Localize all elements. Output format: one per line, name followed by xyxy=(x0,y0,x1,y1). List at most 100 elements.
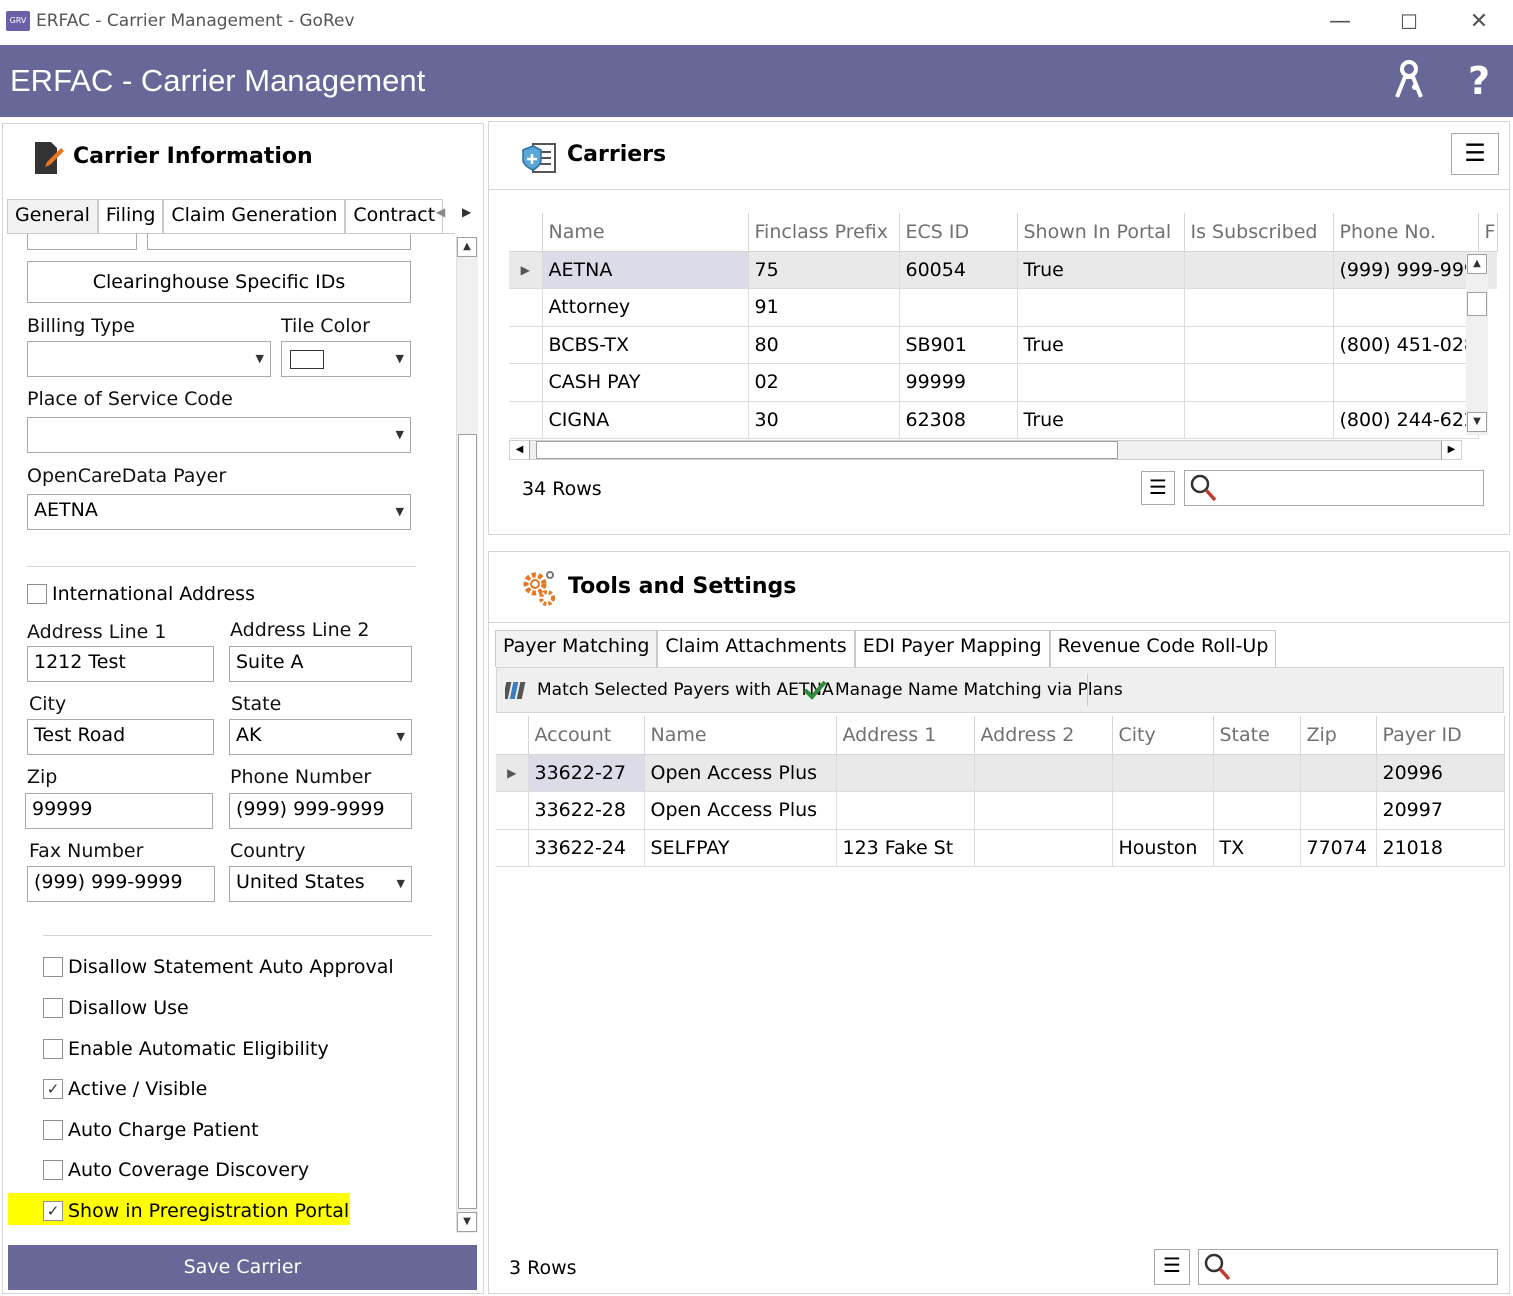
table-cell[interactable] xyxy=(1184,363,1334,402)
tab-filing[interactable]: Filing xyxy=(97,199,164,233)
option-checkbox[interactable]: Enable Automatic Eligibility xyxy=(43,1038,329,1060)
table-cell[interactable] xyxy=(1300,791,1377,830)
table-cell[interactable] xyxy=(836,754,975,792)
table-cell[interactable]: (999) 999-9999 xyxy=(1333,251,1479,289)
table-row[interactable]: BCBS-TX 80 SB901 True (800) 451-0287 xyxy=(509,326,1497,364)
option-checkbox[interactable]: ✓ Active / Visible xyxy=(43,1078,207,1100)
scroll-up-icon[interactable]: ▲ xyxy=(457,237,477,257)
column-header-name[interactable]: Name xyxy=(542,213,749,251)
payer-search-input[interactable] xyxy=(1198,1249,1498,1285)
table-cell[interactable]: Attorney xyxy=(542,288,749,327)
tab-contract[interactable]: Contract xyxy=(345,199,444,233)
table-cell[interactable]: BCBS-TX xyxy=(542,326,749,364)
option-checkbox[interactable]: Disallow Use xyxy=(43,997,189,1019)
city-input[interactable]: Test Road xyxy=(27,719,214,755)
table-cell[interactable] xyxy=(1213,791,1301,830)
table-cell[interactable]: 75 xyxy=(748,251,900,289)
tile-color-select[interactable]: ▼ xyxy=(281,341,411,377)
option-checkbox[interactable]: Auto Coverage Discovery xyxy=(43,1159,309,1181)
column-header-f[interactable]: F xyxy=(1478,213,1498,251)
address2-input[interactable]: Suite A xyxy=(229,646,412,682)
clearinghouse-ids-button[interactable]: Clearinghouse Specific IDs xyxy=(27,261,411,303)
pos-code-select[interactable]: ▼ xyxy=(27,417,411,453)
manage-name-matching-button[interactable]: Manage Name Matching via Plans xyxy=(803,679,1123,701)
scroll-thumb[interactable] xyxy=(458,434,477,1209)
column-header-finclass[interactable]: Finclass Prefix xyxy=(748,213,900,251)
table-row[interactable]: CIGNA 30 62308 True (800) 244-6224 xyxy=(509,401,1497,439)
table-cell[interactable] xyxy=(1184,326,1334,364)
column-header-city[interactable]: City xyxy=(1112,716,1214,754)
table-cell[interactable] xyxy=(1300,754,1377,792)
column-header-address2[interactable]: Address 2 xyxy=(974,716,1113,754)
scroll-left-icon[interactable]: ◀ xyxy=(510,441,530,459)
table-cell[interactable] xyxy=(1184,288,1334,327)
scroll-thumb[interactable] xyxy=(1467,292,1487,316)
table-cell[interactable]: True xyxy=(1017,326,1185,364)
table-row[interactable]: 33622-28 Open Access Plus 20997 xyxy=(496,791,1505,830)
phone-input[interactable]: (999) 999-9999 xyxy=(229,793,412,829)
tab-general[interactable]: General xyxy=(7,199,98,233)
table-cell[interactable]: 99999 xyxy=(899,363,1018,402)
table-cell[interactable]: 60054 xyxy=(899,251,1018,289)
table-cell[interactable]: 80 xyxy=(748,326,900,364)
column-header-account[interactable]: Account xyxy=(528,716,645,754)
billing-type-select[interactable]: ▼ xyxy=(27,341,271,377)
scroll-thumb[interactable] xyxy=(536,441,1118,459)
zip-input[interactable]: 99999 xyxy=(25,793,213,829)
table-row[interactable]: ▶ AETNA 75 60054 True (999) 999-9999 xyxy=(509,251,1497,289)
option-checkbox[interactable]: Auto Charge Patient xyxy=(43,1119,259,1141)
payer-columns-button[interactable]: ☰ xyxy=(1154,1249,1190,1285)
cut-field-right[interactable] xyxy=(147,234,411,250)
carriers-columns-button[interactable]: ☰ xyxy=(1141,471,1175,505)
option-checkbox[interactable]: ✓ Show in Preregistration Portal xyxy=(43,1200,349,1222)
table-cell[interactable] xyxy=(974,829,1113,867)
table-cell[interactable]: 20997 xyxy=(1376,791,1505,830)
scroll-down-icon[interactable]: ▼ xyxy=(457,1212,477,1232)
table-cell[interactable]: 77074 xyxy=(1300,829,1377,867)
table-cell[interactable]: TX xyxy=(1213,829,1301,867)
table-cell[interactable]: SB901 xyxy=(899,326,1018,364)
table-cell[interactable]: 33622-27 xyxy=(528,754,645,792)
column-header-zip[interactable]: Zip xyxy=(1300,716,1377,754)
column-header-phone[interactable]: Phone No. xyxy=(1333,213,1479,251)
table-cell[interactable]: 21018 xyxy=(1376,829,1505,867)
ocd-payer-select[interactable]: AETNA ▼ xyxy=(27,494,411,530)
table-cell[interactable]: CASH PAY xyxy=(542,363,749,402)
tab-payer-matching[interactable]: Payer Matching xyxy=(495,630,658,667)
table-cell[interactable] xyxy=(836,791,975,830)
table-cell[interactable]: 91 xyxy=(748,288,900,327)
table-cell[interactable]: (800) 244-6224 xyxy=(1333,401,1479,439)
table-cell[interactable] xyxy=(1017,288,1185,327)
scroll-up-icon[interactable]: ▲ xyxy=(1467,254,1487,274)
tab-revenue-code-rollup[interactable]: Revenue Code Roll-Up xyxy=(1049,630,1277,667)
table-cell[interactable]: 33622-28 xyxy=(528,791,645,830)
table-cell[interactable]: 123 Fake St xyxy=(836,829,975,867)
table-cell[interactable] xyxy=(974,754,1113,792)
column-header-shown-in-portal[interactable]: Shown In Portal xyxy=(1017,213,1185,251)
table-cell[interactable] xyxy=(1112,791,1214,830)
country-select[interactable]: United States ▼ xyxy=(229,866,412,902)
table-cell[interactable] xyxy=(1184,251,1334,289)
table-cell[interactable]: 30 xyxy=(748,401,900,439)
table-cell[interactable]: 02 xyxy=(748,363,900,402)
table-cell[interactable]: 20996 xyxy=(1376,754,1505,792)
carriers-search-input[interactable] xyxy=(1184,470,1484,506)
help-icon[interactable]: ? xyxy=(1468,59,1490,103)
close-button[interactable]: ✕ xyxy=(1459,8,1499,36)
table-cell[interactable]: 33622-24 xyxy=(528,829,645,867)
table-cell[interactable]: 62308 xyxy=(899,401,1018,439)
tab-scroll-right-icon[interactable]: ▶ xyxy=(462,205,471,219)
table-cell[interactable]: SELFPAY xyxy=(644,829,837,867)
table-cell[interactable]: (800) 451-0287 xyxy=(1333,326,1479,364)
carriers-menu-button[interactable]: ☰ xyxy=(1451,133,1499,175)
table-cell[interactable] xyxy=(1112,754,1214,792)
carriers-horizontal-scrollbar[interactable]: ◀ ▶ xyxy=(509,440,1462,460)
tab-claim-attachments[interactable]: Claim Attachments xyxy=(657,630,855,667)
minimize-button[interactable]: — xyxy=(1320,8,1360,36)
fax-input[interactable]: (999) 999-9999 xyxy=(27,866,215,902)
scroll-right-icon[interactable]: ▶ xyxy=(1441,441,1461,459)
table-cell[interactable]: AETNA xyxy=(542,251,749,289)
save-carrier-button[interactable]: Save Carrier xyxy=(8,1245,477,1290)
table-row[interactable]: Attorney 91 xyxy=(509,288,1497,327)
table-cell[interactable]: Houston xyxy=(1112,829,1214,867)
